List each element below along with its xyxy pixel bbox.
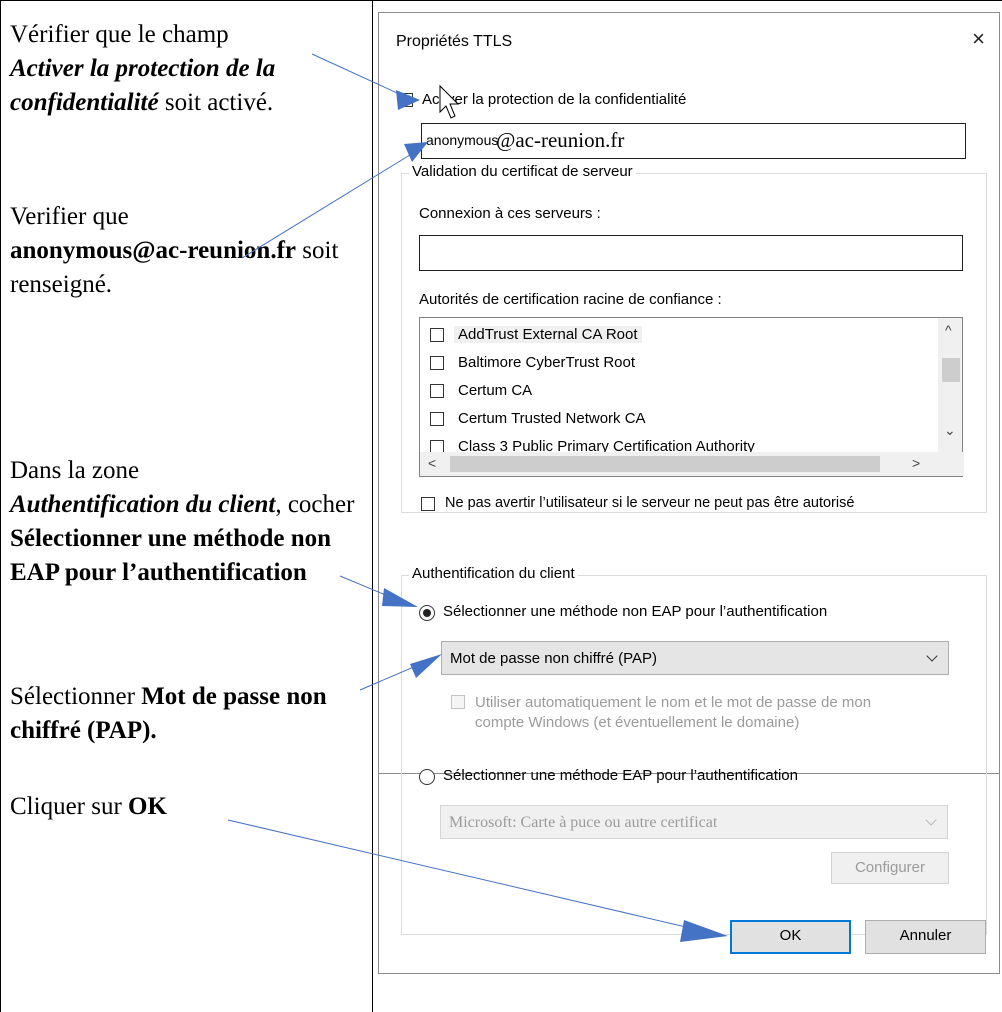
callout-arrows bbox=[227, 53, 728, 942]
arrowhead-step-3 bbox=[382, 588, 418, 607]
arrow-step-2 bbox=[241, 149, 419, 259]
mouse-cursor-icon bbox=[439, 84, 460, 119]
arrow-step-5 bbox=[227, 819, 717, 935]
arrowhead-step-1 bbox=[396, 90, 420, 110]
arrowhead-step-4 bbox=[410, 654, 442, 678]
arrowhead-step-5 bbox=[680, 920, 728, 942]
arrowhead-step-2 bbox=[404, 142, 428, 162]
arrow-step-1 bbox=[311, 53, 409, 99]
